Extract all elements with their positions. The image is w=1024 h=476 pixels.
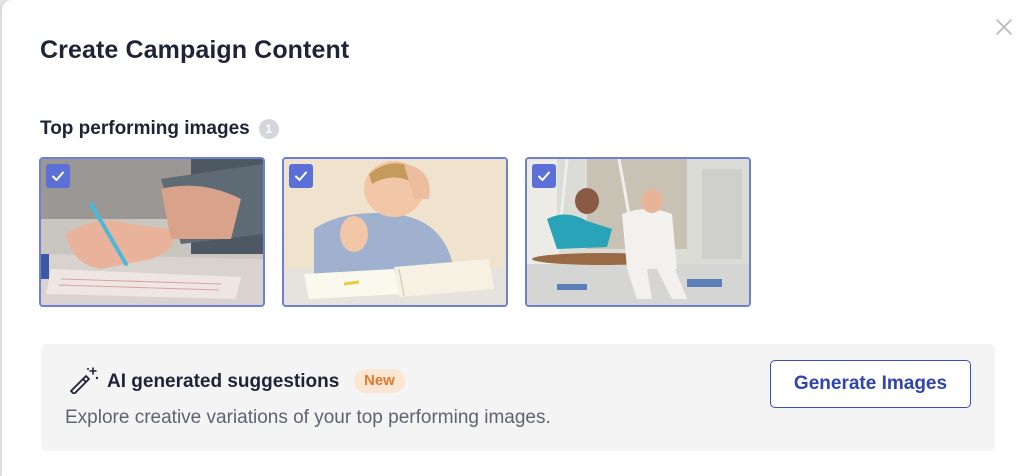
- close-icon: [996, 19, 1012, 35]
- top-images-heading: Top performing images 1: [40, 118, 279, 140]
- checkbox-selected[interactable]: [532, 164, 556, 188]
- ai-suggestions-description: Explore creative variations of your top …: [65, 407, 551, 428]
- checkbox-selected[interactable]: [289, 164, 313, 188]
- photo-therapy-swing: [527, 159, 749, 305]
- ai-suggestions-panel: AI generated suggestions New Explore cre…: [41, 344, 995, 451]
- ai-suggestions-title: AI generated suggestions: [107, 371, 340, 392]
- checkmark-icon: [52, 171, 64, 181]
- checkbox-selected[interactable]: [46, 164, 70, 188]
- top-images-label: Top performing images: [40, 118, 250, 139]
- magic-wand-icon: [70, 367, 99, 394]
- checkmark-icon: [295, 171, 307, 181]
- checkmark-icon: [538, 171, 550, 181]
- image-thumbnail[interactable]: [282, 157, 508, 307]
- modal-title: Create Campaign Content: [40, 36, 350, 64]
- campaign-content-modal: Create Campaign Content Top performing i…: [2, 0, 1024, 476]
- photo-child-writing: [41, 159, 263, 305]
- image-count-badge: 1: [258, 119, 279, 139]
- new-badge: New: [354, 369, 405, 393]
- close-button[interactable]: [992, 15, 1016, 39]
- photo-frustrated-boy: [284, 159, 506, 305]
- generate-images-button[interactable]: Generate Images: [770, 360, 971, 408]
- image-thumbnail[interactable]: [525, 157, 751, 307]
- image-thumbnail[interactable]: [39, 157, 265, 307]
